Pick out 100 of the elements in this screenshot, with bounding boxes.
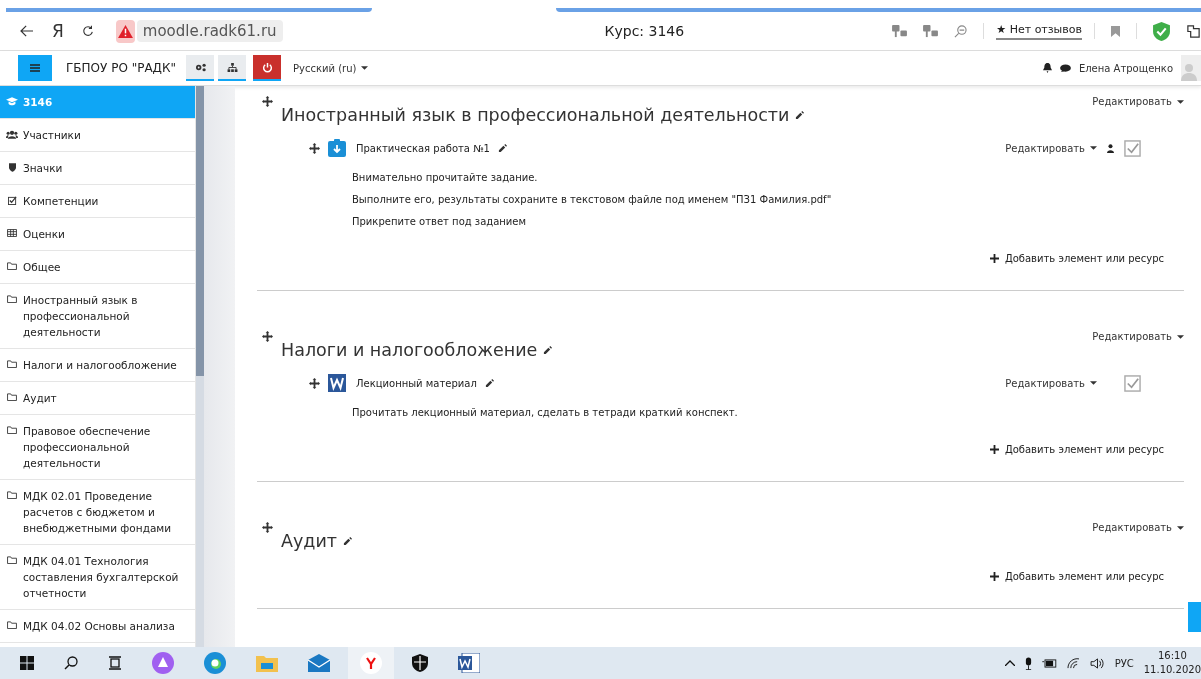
completion-checkbox[interactable] — [1124, 374, 1141, 392]
pencil-icon[interactable] — [497, 143, 507, 153]
sidebar-item[interactable]: Участники — [0, 119, 195, 152]
caret-icon — [361, 66, 369, 70]
plus-icon — [989, 572, 999, 581]
reviews-button[interactable]: ★ Нет отзывов — [996, 22, 1082, 40]
speaker-icon[interactable] — [1089, 657, 1105, 669]
zoom-out-icon[interactable] — [954, 24, 968, 38]
word-document-icon — [328, 374, 346, 392]
sidebar-item[interactable]: Оценки — [0, 218, 195, 251]
move-icon[interactable] — [262, 96, 273, 107]
word-document-icon[interactable] — [458, 653, 480, 673]
sitemap-button[interactable] — [218, 55, 247, 81]
checkbox-icon — [7, 196, 17, 205]
edit-menu[interactable]: Редактировать — [1005, 142, 1097, 154]
move-icon[interactable] — [262, 522, 273, 533]
sidebar-item[interactable]: МДК 04.02 Основы анализа — [0, 610, 195, 643]
search-icon[interactable] — [64, 656, 78, 670]
menu-button[interactable] — [18, 55, 52, 81]
description-text: Прочитать лекционный материал, сделать в тетради краткий конспект. — [352, 406, 739, 420]
sidebar-item[interactable]: Общее — [0, 251, 195, 284]
edit-menu[interactable]: Редактировать — [1092, 522, 1184, 533]
add-activity-link[interactable]: Добавить элемент или ресурс — [989, 444, 1164, 455]
caret-icon — [1177, 334, 1184, 339]
input-language[interactable]: РУС — [1114, 657, 1134, 669]
battery-icon[interactable] — [1041, 658, 1057, 668]
person-icon[interactable] — [1107, 143, 1114, 153]
gears-icon — [194, 62, 206, 72]
clock-date[interactable]: 11.10.2020 — [1143, 663, 1201, 677]
caret-icon — [1090, 146, 1097, 150]
menu-icon — [30, 64, 40, 72]
power-button[interactable] — [253, 55, 282, 81]
description-text: Выполните его, результаты сохраните в текстовом файле под именем "ПЗ1 Фамилия.pdf" — [352, 193, 833, 207]
assistant-icon[interactable] — [152, 652, 174, 674]
scrollbar-thumb[interactable] — [196, 86, 204, 376]
sidebar-item[interactable]: МДК 02.01 Проведение расчетов с бюджетом и внебюджетными фондами — [0, 480, 195, 545]
sitemap-icon — [226, 62, 238, 72]
add-activity-link[interactable]: Добавить элемент или ресурс — [989, 253, 1164, 264]
settings-button[interactable] — [186, 55, 215, 81]
task-view-icon[interactable] — [108, 656, 122, 670]
description-text: Внимательно прочитайте задание. — [352, 171, 539, 185]
sidebar-item[interactable]: Значки — [0, 152, 195, 185]
table-icon — [7, 229, 17, 237]
caret-icon — [1177, 99, 1184, 104]
windows-start-icon[interactable] — [20, 656, 34, 670]
assignment-icon — [328, 139, 346, 157]
folder-icon — [7, 556, 17, 564]
chevron-up-icon[interactable] — [1004, 660, 1015, 666]
chat-icon[interactable] — [1059, 63, 1071, 73]
microphone-icon[interactable] — [1024, 656, 1032, 670]
move-icon[interactable] — [309, 142, 320, 154]
shield-check-icon[interactable] — [1153, 21, 1170, 41]
edit-menu[interactable]: Редактировать — [1092, 331, 1184, 342]
shield-icon — [8, 163, 16, 172]
bell-icon[interactable] — [1042, 63, 1052, 73]
completion-checkbox[interactable] — [1124, 139, 1141, 157]
reload-icon[interactable] — [81, 25, 94, 37]
browser-logo[interactable]: Я — [52, 21, 64, 41]
add-activity-link[interactable]: Добавить элемент или ресурс — [989, 571, 1164, 582]
key-icon[interactable] — [892, 24, 908, 38]
pencil-icon[interactable] — [343, 536, 352, 546]
back-icon[interactable] — [20, 25, 34, 37]
mail-icon[interactable] — [308, 654, 330, 672]
key-icon[interactable] — [923, 24, 939, 38]
extension-icon[interactable] — [1186, 23, 1201, 39]
sidebar-item[interactable]: Компетенции — [0, 185, 195, 218]
power-icon — [261, 61, 273, 73]
caret-icon — [1177, 525, 1184, 530]
pencil-icon[interactable] — [795, 110, 805, 120]
sidebar-item[interactable]: Налоги и налогообложение — [0, 349, 195, 382]
move-icon[interactable] — [309, 377, 320, 389]
move-icon[interactable] — [262, 331, 273, 342]
shield-icon[interactable] — [412, 654, 428, 672]
site-name[interactable]: ГБПОУ РО "РАДК" — [66, 61, 177, 75]
section-title: Налоги и налогообложение — [281, 340, 538, 360]
pencil-icon[interactable] — [543, 345, 553, 355]
edge-browser-icon[interactable] — [204, 652, 226, 674]
users-icon — [6, 130, 18, 139]
bookmark-icon[interactable] — [1111, 25, 1120, 37]
edit-menu[interactable]: Редактировать — [1092, 96, 1184, 107]
plus-icon — [989, 445, 999, 454]
folder-icon — [7, 295, 17, 303]
activity-link[interactable]: Лекционный материал — [356, 377, 477, 389]
sidebar-item[interactable]: Аудит — [0, 382, 195, 415]
folder-icon — [7, 426, 17, 434]
browser-logo-icon[interactable] — [360, 652, 382, 674]
clock-time[interactable]: 16:10 — [1157, 649, 1187, 663]
sidebar-item[interactable]: Правовое обеспечение профессиональной деятельности — [0, 415, 195, 480]
warning-icon[interactable] — [115, 19, 135, 43]
language-menu[interactable]: Русский (ru) — [293, 62, 369, 74]
user-name[interactable]: Елена Атрощенко — [1078, 62, 1173, 74]
sidebar-item[interactable]: МДК 04.01 Технология составления бухгалтерской отчетности — [0, 545, 195, 610]
address-field[interactable]: moodle.radk61.ru — [136, 20, 283, 42]
activity-link[interactable]: Практическая работа №1 — [356, 142, 490, 154]
pencil-icon[interactable] — [484, 378, 494, 388]
sidebar-item[interactable]: Иностранный язык в профессиональной деятельности — [0, 284, 195, 349]
edit-menu[interactable]: Редактировать — [1005, 377, 1097, 389]
graduation-cap-icon — [6, 97, 18, 106]
folder-icon[interactable] — [256, 654, 278, 672]
wifi-icon[interactable] — [1066, 657, 1080, 669]
